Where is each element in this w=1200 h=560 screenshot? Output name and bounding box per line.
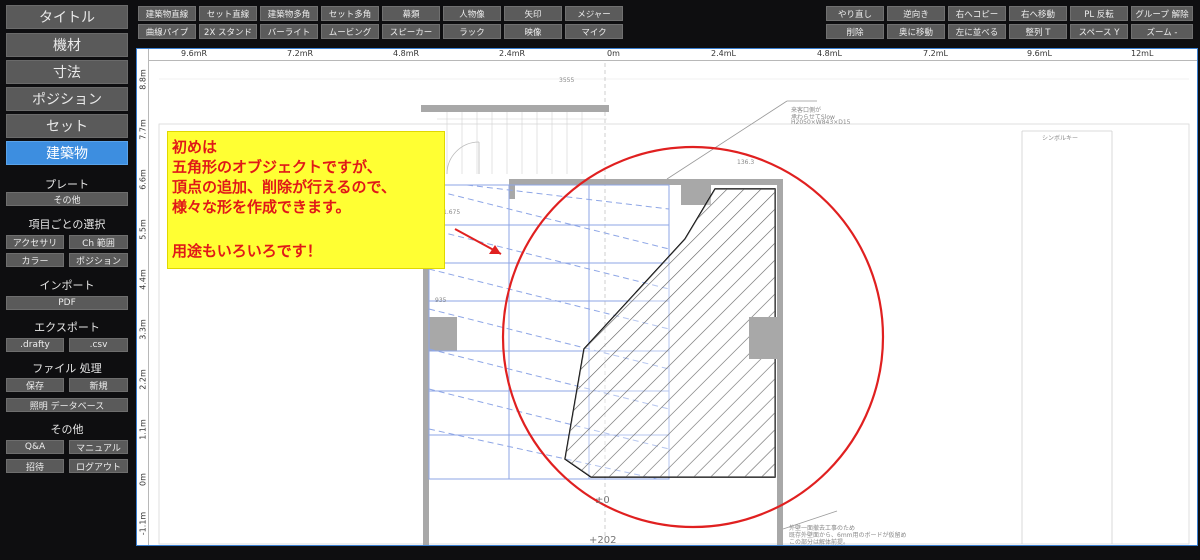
tool-curtain[interactable]: 幕類 [382, 6, 440, 21]
tool-speaker[interactable]: スピーカー [382, 24, 440, 39]
arrange-left-button[interactable]: 左に並べる [948, 24, 1006, 39]
annotation-line: 頂点の追加、削除が行えるので、 [172, 178, 396, 196]
tool-2x-stand[interactable]: 2X スタンド [199, 24, 257, 39]
plan-dim-top: 3555 [559, 77, 575, 84]
pl-flip-button[interactable]: PL 反転 [1070, 6, 1128, 21]
tool-rack[interactable]: ラック [443, 24, 501, 39]
tool-moving[interactable]: ムービング [321, 24, 379, 39]
sidebar: タイトル 機材 寸法 ポジション セット 建築物 プレート その他 項目ごとの選… [0, 0, 134, 560]
ruler-left-tick: 5.5m [138, 219, 148, 240]
space-y-button[interactable]: スペース Y [1070, 24, 1128, 39]
ruler-top-tick: 0m [607, 49, 620, 58]
annotation-line: 様々な形を作成できます。 [172, 198, 351, 216]
new-button[interactable]: 新規 [69, 378, 128, 392]
sidebar-architecture-button[interactable]: 建築物 [6, 141, 128, 165]
logout-button[interactable]: ログアウト [69, 459, 128, 473]
annotation-note: 初めは 五角形のオブジェクトですが、 頂点の追加、削除が行えるので、 様々な形を… [167, 131, 445, 269]
position-select-button[interactable]: ポジション [69, 253, 128, 267]
export-csv-button[interactable]: .csv [69, 338, 128, 352]
redo-button[interactable]: やり直し [826, 6, 884, 21]
ruler-top-tick: 7.2mL [923, 49, 948, 58]
manual-button[interactable]: マニュアル [69, 440, 128, 454]
ch-range-button[interactable]: Ch 範囲 [69, 235, 128, 249]
annotation-line: 用途もいろいろです！ [172, 242, 322, 260]
import-pdf-button[interactable]: PDF [6, 296, 128, 310]
qa-button[interactable]: Q&A [6, 440, 64, 454]
save-button[interactable]: 保存 [6, 378, 64, 392]
delete-button[interactable]: 削除 [826, 24, 884, 39]
sidebar-title-button[interactable]: タイトル [6, 5, 128, 29]
other-label: その他 [50, 423, 84, 436]
lighting-database-button[interactable]: 照明 データベース [6, 398, 128, 412]
sidebar-equipment-button[interactable]: 機材 [6, 33, 128, 57]
tool-curve-pipe[interactable]: 曲線パイプ [138, 24, 196, 39]
tool-mic[interactable]: マイク [565, 24, 623, 39]
plan-note-top-3: H2050×W843×D15 [791, 119, 851, 126]
file-label: ファイル 処理 [32, 362, 102, 375]
floor-plan [158, 63, 1190, 545]
plan-level: ±0 [595, 495, 610, 506]
ruler-left-tick: 3.3m [138, 319, 148, 340]
move-back-button[interactable]: 奥に移動 [887, 24, 945, 39]
ruler-top-tick: 4.8mL [817, 49, 842, 58]
tool-arrow[interactable]: 矢印 [504, 6, 562, 21]
sidebar-dimension-button[interactable]: 寸法 [6, 60, 128, 84]
item-select-label: 項目ごとの選択 [28, 218, 106, 231]
export-drafty-button[interactable]: .drafty [6, 338, 64, 352]
ruler-top: 9.6mR 7.2mR 4.8mR 2.4mR 0m 2.4mL 4.8mL 7… [137, 49, 1197, 61]
plate-other-button[interactable]: その他 [6, 192, 128, 206]
ruler-left-tick: 0m [138, 473, 148, 486]
ruler-top-tick: 7.2mR [287, 49, 314, 58]
ruler-top-tick: 4.8mR [393, 49, 420, 58]
tool-building-polygon[interactable]: 建築物多角 [260, 6, 318, 21]
ungroup-button[interactable]: グループ 解除 [1131, 6, 1193, 21]
ruler-left-tick: 6.6m [138, 169, 148, 190]
zoom-out-button[interactable]: ズーム - [1131, 24, 1193, 39]
plan-symbol-key: シンボルキー [1042, 135, 1079, 142]
ruler-left: 8.8m 7.7m 6.6m 5.5m 4.4m 3.3m 2.2m 1.1m … [137, 49, 149, 545]
ruler-left-tick: 4.4m [138, 269, 148, 290]
tool-set-line[interactable]: セット直線 [199, 6, 257, 21]
tool-set-polygon[interactable]: セット多角 [321, 6, 379, 21]
copy-right-button[interactable]: 右へコピー [948, 6, 1006, 21]
tool-person[interactable]: 人物像 [443, 6, 501, 21]
align-t-button[interactable]: 整列 T [1009, 24, 1067, 39]
plan-dim-a: 136.3 [737, 159, 755, 166]
ruler-left-tick: 7.7m [138, 119, 148, 140]
annotation-line: 五角形のオブジェクトですが、 [172, 158, 382, 176]
ruler-top-tick: 2.4mL [711, 49, 736, 58]
import-label: インポート [39, 279, 95, 292]
plan-dim-b: 1.675 [443, 209, 461, 216]
sidebar-set-button[interactable]: セット [6, 114, 128, 138]
color-button[interactable]: カラー [6, 253, 64, 267]
tool-bar-light[interactable]: バーライト [260, 24, 318, 39]
ruler-left-tick: 1.1m [138, 419, 148, 440]
tool-measure[interactable]: メジャー [565, 6, 623, 21]
drawing-canvas[interactable]: 3555 シンボルキー 136.3 1.675 935 来客口側が 承わらせてS… [136, 48, 1198, 546]
plan-dim-c: 935 [435, 297, 447, 304]
sidebar-position-button[interactable]: ポジション [6, 87, 128, 111]
annotation-line: 初めは [172, 138, 218, 156]
tool-building-line[interactable]: 建築物直線 [138, 6, 196, 21]
accessory-button[interactable]: アクセサリ [6, 235, 64, 249]
move-right-button[interactable]: 右へ移動 [1009, 6, 1067, 21]
reverse-button[interactable]: 逆向き [887, 6, 945, 21]
invite-button[interactable]: 招待 [6, 459, 64, 473]
ruler-left-tick: -1.1m [138, 511, 148, 536]
ruler-top-tick: 9.6mL [1027, 49, 1052, 58]
ruler-top-tick: 12mL [1131, 49, 1154, 58]
tool-video[interactable]: 映像 [504, 24, 562, 39]
plan-note-bottom-3: この部分は解体前提。 [789, 539, 850, 546]
export-label: エクスポート [34, 321, 100, 334]
ruler-top-tick: 2.4mR [499, 49, 526, 58]
ruler-left-tick: 8.8m [138, 69, 148, 90]
ruler-left-tick: 2.2m [138, 369, 148, 390]
plate-label: プレート [45, 178, 89, 191]
ruler-top-tick: 9.6mR [181, 49, 208, 58]
plan-level-2: +202 [589, 535, 617, 546]
